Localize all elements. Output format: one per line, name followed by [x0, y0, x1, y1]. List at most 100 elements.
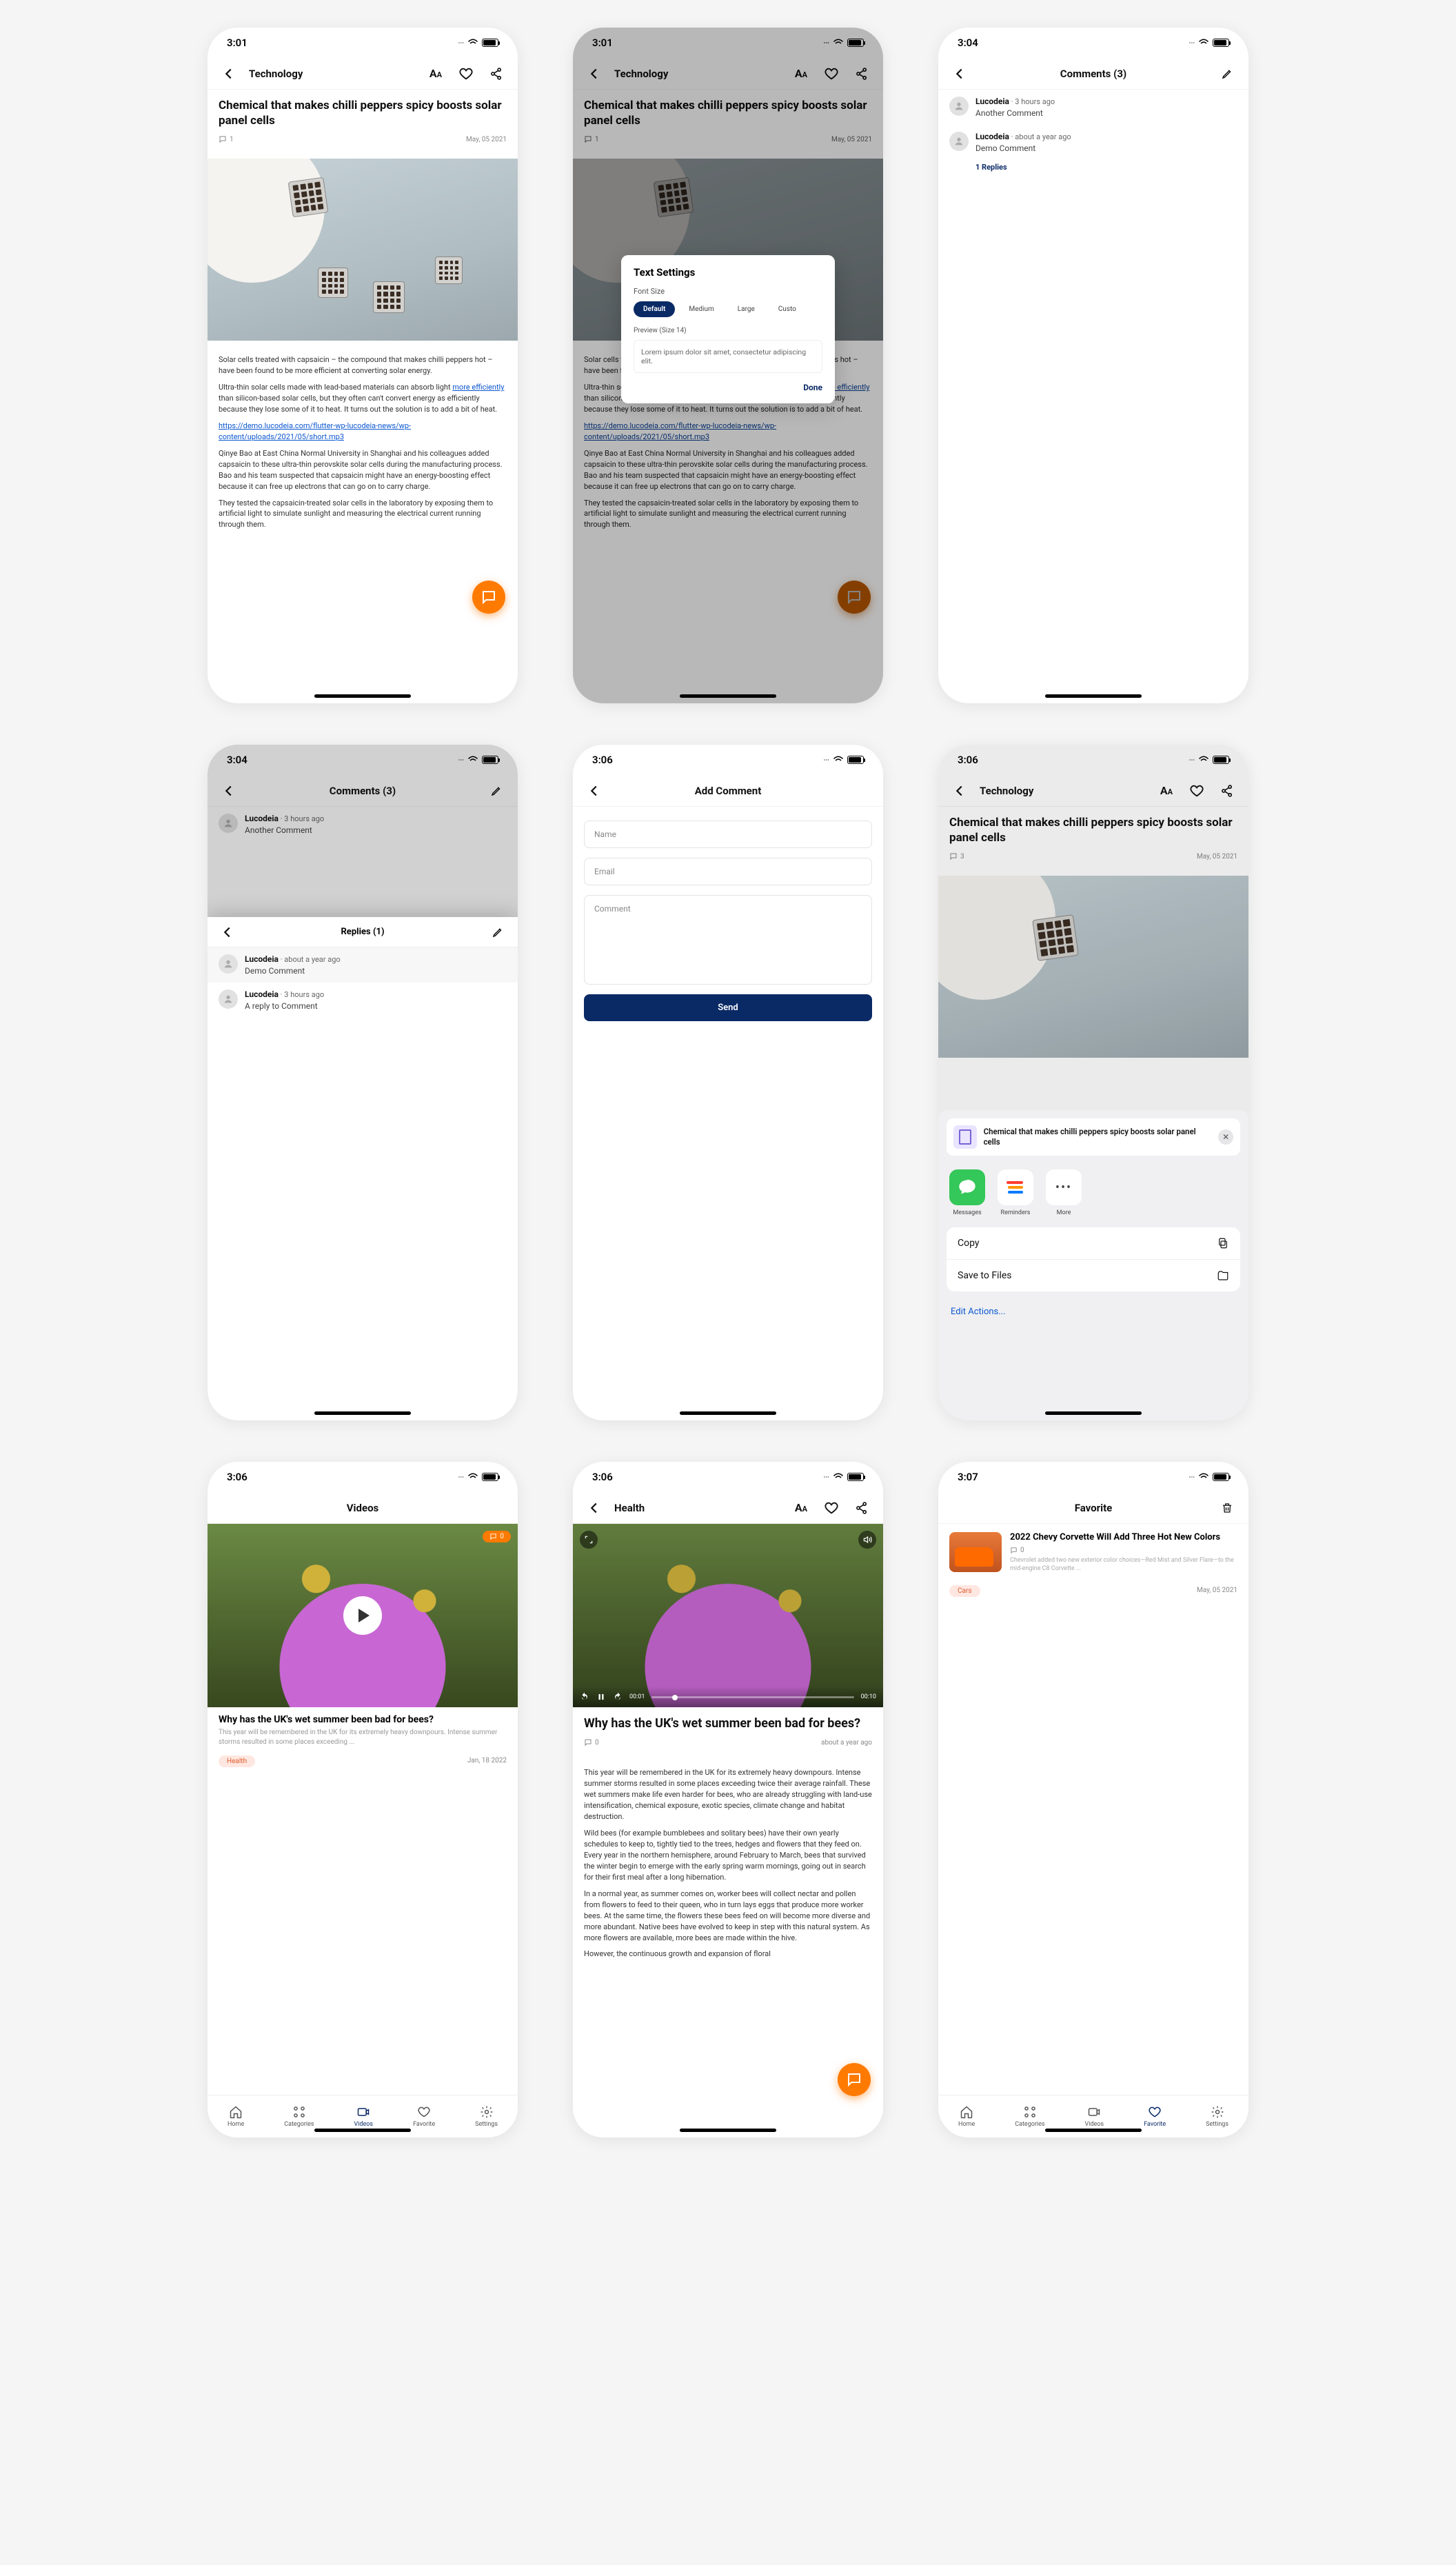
tab-settings[interactable]: Settings [1206, 2105, 1228, 2128]
screen-videos: 3:06••• Videos 0 Why has the UK's wet su… [208, 1462, 518, 2138]
screen-favorite: 3:07••• Favorite 2022 Chevy Corvette Wil… [938, 1462, 1248, 2138]
time-current: 00:01 [629, 1693, 645, 1700]
add-comment-title: Add Comment [614, 785, 842, 797]
share-more[interactable]: •••More [1046, 1169, 1082, 1216]
seek-bar[interactable] [651, 1696, 853, 1698]
play-icon[interactable] [343, 1596, 382, 1635]
comment-field[interactable]: Comment [584, 895, 872, 985]
volume-button[interactable] [858, 1531, 876, 1549]
replay-icon[interactable] [580, 1692, 589, 1702]
comment-item[interactable]: Lucodeia · about a year ago Demo Comment [938, 125, 1248, 160]
share-close-button[interactable]: ✕ [1218, 1129, 1233, 1145]
share-sheet: Chemical that makes chilli peppers spicy… [938, 1110, 1248, 1420]
video-title: Why has the UK's wet summer been bad for… [208, 1707, 518, 1728]
video-date: Jan, 18 2022 [467, 1757, 507, 1764]
article-title: Chemical that makes chilli peppers spicy… [219, 98, 507, 128]
tag-cars[interactable]: Cars [949, 1585, 980, 1597]
article-hero [208, 159, 518, 341]
share-to-messages[interactable]: Messages [949, 1169, 985, 1216]
compose-button[interactable] [1217, 63, 1237, 84]
favorite-date: May, 05 2021 [1197, 1587, 1237, 1594]
sheet-title: Replies (1) [245, 927, 481, 937]
share-button[interactable] [486, 63, 507, 84]
video-player[interactable]: 00:01 00:10 [573, 1524, 883, 1707]
back-button[interactable] [949, 63, 970, 84]
videos-header: Videos [219, 1502, 507, 1514]
comment-badge: 0 [483, 1531, 511, 1542]
tab-home[interactable]: Home [958, 2105, 975, 2128]
status-time: 3:01 [227, 37, 247, 49]
edit-actions-button[interactable]: Edit Actions... [947, 1301, 1240, 1322]
tab-settings[interactable]: Settings [475, 2105, 498, 2128]
forward-icon[interactable] [613, 1692, 623, 1702]
fontsize-medium[interactable]: Medium [679, 301, 723, 317]
status-bar: 3:01 ••• [208, 28, 518, 58]
sheet-compose[interactable] [487, 922, 508, 943]
article-media-link[interactable]: https://demo.lucodeia.com/flutter-wp-luc… [219, 421, 411, 441]
modal-title: Text Settings [634, 266, 822, 279]
screen-article: 3:01 ••• Technology AA Chemical that mak… [208, 28, 518, 703]
fontsize-large[interactable]: Large [728, 301, 765, 317]
fab-comment-button[interactable] [838, 2063, 871, 2096]
fontsize-label: Font Size [634, 287, 822, 296]
email-field[interactable]: Email [584, 858, 872, 885]
sheet-back[interactable] [217, 922, 238, 943]
tab-categories[interactable]: Categories [284, 2105, 314, 2128]
fab-comment-button[interactable] [472, 581, 505, 614]
favorite-button[interactable] [821, 1498, 842, 1518]
back-button[interactable] [584, 1498, 605, 1518]
fontsize-custom[interactable]: Custo [769, 301, 806, 317]
reply-item[interactable]: Lucodeia · 3 hours agoA reply to Comment [208, 983, 518, 1018]
clear-favorites-button[interactable] [1217, 1498, 1237, 1518]
share-to-reminders[interactable]: Reminders [998, 1169, 1033, 1216]
screen-text-settings: 3:01••• Technology AA Chemical that make… [573, 28, 883, 703]
favorite-title: 2022 Chevy Corvette Will Add Three Hot N… [1010, 1532, 1237, 1544]
pause-icon[interactable] [596, 1692, 606, 1702]
fontsize-default[interactable]: Default [634, 301, 675, 317]
tag-health[interactable]: Health [219, 1756, 255, 1767]
done-button[interactable]: Done [634, 383, 822, 392]
replies-sheet: Replies (1) Lucodeia · about a year agoD… [208, 917, 518, 1420]
save-button[interactable]: Save to Files [947, 1260, 1240, 1291]
share-item-title: Chemical that makes chilli peppers spicy… [984, 1127, 1212, 1147]
favorite-desc: Chevrolet added two new exterior color c… [1010, 1557, 1237, 1573]
favorite-item[interactable]: 2022 Chevy Corvette Will Add Three Hot N… [938, 1524, 1248, 1581]
article-topbar: Technology AA [208, 58, 518, 90]
tab-favorite[interactable]: Favorite [1144, 2105, 1166, 2128]
share-doc-icon [953, 1125, 977, 1149]
screen-share: 3:06••• Technology AA Chemical that make… [938, 745, 1248, 1420]
favorite-thumb [949, 1532, 1002, 1572]
send-button[interactable]: Send [584, 994, 872, 1021]
tab-videos[interactable]: Videos [1085, 2105, 1104, 2128]
tab-categories[interactable]: Categories [1015, 2105, 1044, 2128]
favorite-header: Favorite [980, 1502, 1207, 1514]
replies-link[interactable]: 1 Replies [975, 163, 1248, 172]
back-button[interactable] [584, 781, 605, 801]
text-settings-modal: Text Settings Font Size Default Medium L… [621, 255, 835, 403]
comment-item[interactable]: Lucodeia · 3 hours ago Another Comment [938, 90, 1248, 125]
name-field[interactable]: Name [584, 821, 872, 848]
video-card[interactable]: 0 [208, 1524, 518, 1707]
avatar-icon [949, 97, 969, 116]
time-total: 00:10 [861, 1693, 876, 1700]
article-inline-link[interactable]: more efficiently [452, 383, 504, 392]
tab-videos[interactable]: Videos [354, 2105, 374, 2128]
back-button[interactable] [219, 63, 239, 84]
tab-home[interactable]: Home [228, 2105, 244, 2128]
video-excerpt: This year will be remembered in the UK f… [208, 1728, 518, 1747]
tab-favorite[interactable]: Favorite [413, 2105, 435, 2128]
article-date: May, 05 2021 [466, 136, 507, 143]
screen-replies: 3:04••• Comments (3) Lucodeia · 3 hours … [208, 745, 518, 1420]
video-header: Health [614, 1502, 781, 1514]
video-article-title: Why has the UK's wet summer been bad for… [584, 1716, 872, 1731]
share-button[interactable] [851, 1498, 872, 1518]
font-button[interactable]: AA [791, 1498, 811, 1518]
article-body: Solar cells treated with capsaicin – the… [208, 341, 518, 544]
screen-video-play: 3:06••• Health AA 00:01 00:10 Why has th… [573, 1462, 883, 2138]
copy-button[interactable]: Copy [947, 1227, 1240, 1260]
comments-title: Comments (3) [980, 68, 1207, 80]
fontsize-segments: Default Medium Large Custo [634, 301, 822, 317]
fullscreen-button[interactable] [580, 1531, 598, 1549]
font-button[interactable]: AA [425, 63, 446, 84]
favorite-button[interactable] [456, 63, 476, 84]
